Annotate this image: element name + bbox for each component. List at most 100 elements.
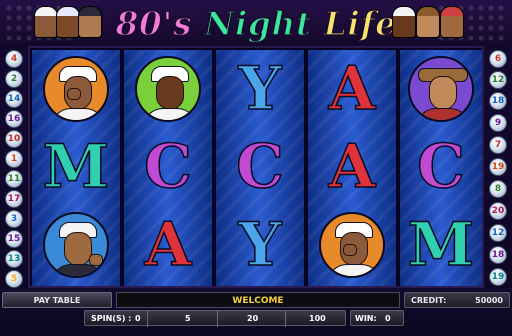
game-title: 80's Night Life [110,2,402,46]
letter-symbol: C [235,132,284,202]
slot-game: 80's Night Life 4 2 14 16 10 1 11 17 3 1… [0,0,512,336]
header-character-cap [56,6,80,38]
divider [285,311,286,327]
hand-icon [67,88,81,100]
title-80s: 80's [115,3,193,44]
shirt-icon [416,108,470,120]
reel-frame: M C A Y C Y A A C M [28,46,484,288]
payline-marker[interactable]: 20 [489,202,507,220]
letter-symbol: M [407,210,475,280]
title-night: Night [203,3,312,44]
reel-symbol: C [216,128,304,206]
credit-panel: CREDIT: 50000 [404,292,510,308]
letter-symbol: Y [238,54,282,124]
reel-symbol: C [400,128,482,206]
win-panel: WIN: 0 [350,310,404,326]
payline-marker[interactable]: 7 [489,136,507,154]
letter-symbol: M [42,132,110,202]
breakdancer-symbol [43,56,109,122]
payline-indicators-right: 6 12 18 9 7 19 8 20 12 18 19 [484,44,512,288]
reel-2: C A [124,50,212,286]
payline-marker[interactable]: 19 [489,158,507,176]
pay-table-button[interactable]: PAY TABLE [2,292,112,308]
payline-marker[interactable]: 9 [489,114,507,132]
bet-settings-panel: SPIN(S) : 0 5 20 100 [84,310,346,327]
reel-symbol [32,206,120,284]
breakdancer-symbol [319,212,385,278]
face-icon [156,76,184,110]
payline-marker[interactable]: 4 [5,50,23,68]
cowboy-symbol [408,56,474,122]
hand-icon [343,244,357,256]
reel-symbol [400,50,482,128]
message-display: WELCOME [116,292,400,308]
sailor-symbol [135,56,201,122]
bet-value[interactable]: 5 [185,311,191,327]
header-character-rocker [440,6,464,38]
title-life: Life [323,3,397,44]
payline-marker[interactable]: 8 [489,180,507,198]
credit-value: 50000 [475,296,503,305]
reel-symbol: Y [216,50,304,128]
payline-marker[interactable]: 13 [5,250,23,268]
shirt-icon [143,108,197,120]
divider [217,311,218,327]
letter-symbol: C [416,132,465,202]
divider [147,311,148,327]
header-character-biker [78,6,102,38]
reel-symbol [124,50,212,128]
spins-value[interactable]: 0 [135,311,141,327]
payline-marker[interactable]: 5 [5,270,23,288]
reel-symbol [32,50,120,128]
lines-value[interactable]: 20 [247,311,258,327]
reel-1: M [32,50,120,286]
header-character-sailor [34,6,58,38]
control-bar: PAY TABLE WELCOME CREDIT: 50000 SPIN(S) … [0,288,512,336]
shirt-icon [327,264,381,276]
payline-marker[interactable]: 18 [489,246,507,264]
letter-symbol: A [328,132,376,202]
peace-hand-icon [89,254,103,266]
payline-marker[interactable]: 16 [5,110,23,128]
credit-label: CREDIT: [411,296,447,305]
reel-symbol: A [308,128,396,206]
header-character-cowboy [416,6,440,38]
payline-marker[interactable]: 11 [5,170,23,188]
shirt-icon [51,264,105,276]
header-character-sailor-2 [392,6,416,38]
payline-marker[interactable]: 6 [489,50,507,68]
payline-marker[interactable]: 10 [5,130,23,148]
reel-symbol: M [32,128,120,206]
sunglasses-symbol [43,212,109,278]
shirt-icon [51,108,105,120]
payline-marker[interactable]: 19 [489,268,507,286]
reel-symbol: M [400,206,482,284]
spins-label: SPIN(S) : [91,314,132,323]
reel-3: Y C Y [216,50,304,286]
win-value: 0 [385,314,391,323]
face-icon [64,232,92,266]
payline-marker[interactable]: 12 [489,224,507,242]
letter-symbol: A [144,210,192,280]
payline-marker[interactable]: 3 [5,210,23,228]
total-bet-value: 100 [309,314,326,323]
reel-4: A A [308,50,396,286]
game-header: 80's Night Life [0,0,512,50]
reel-symbol [308,206,396,284]
payline-marker[interactable]: 17 [5,190,23,208]
payline-marker[interactable]: 1 [5,150,23,168]
payline-marker[interactable]: 12 [489,71,507,89]
payline-marker[interactable]: 14 [5,90,23,108]
face-icon [429,76,457,110]
reel-symbol: C [124,128,212,206]
letter-symbol: C [143,132,192,202]
letter-symbol: A [328,54,376,124]
reel-symbol: A [124,206,212,284]
payline-marker[interactable]: 18 [489,92,507,110]
win-label: WIN: [355,314,377,323]
reel-symbol: Y [216,206,304,284]
reel-symbol: A [308,50,396,128]
payline-marker[interactable]: 15 [5,230,23,248]
payline-indicators-left: 4 2 14 16 10 1 11 17 3 15 13 5 [0,44,28,288]
payline-marker[interactable]: 2 [5,70,23,88]
